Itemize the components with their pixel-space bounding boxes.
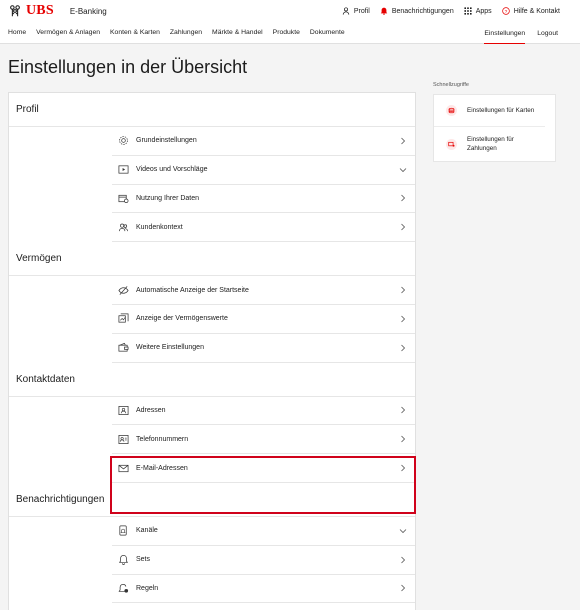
- bell-icon: [380, 7, 388, 15]
- nav-documents[interactable]: Dokumente: [310, 22, 345, 44]
- app-name: E-Banking: [69, 6, 107, 16]
- email-icon: [118, 463, 129, 474]
- data-usage-icon: [118, 193, 129, 204]
- nav-accounts-cards[interactable]: Konten & Karten: [110, 22, 160, 44]
- card-icon: [446, 105, 457, 116]
- row-label: Videos und Vorschläge: [136, 166, 208, 174]
- gear-icon: [118, 135, 129, 146]
- row-label: Kanäle: [136, 527, 158, 535]
- chevron-right-icon: [399, 464, 407, 472]
- nav-settings[interactable]: Einstellungen: [484, 22, 525, 44]
- row-auto-homepage-display[interactable]: Automatische Anzeige der Startseite: [112, 276, 415, 305]
- apps-link[interactable]: Apps: [464, 7, 492, 15]
- row-label: Kundenkontext: [136, 223, 183, 231]
- help-contact-link[interactable]: ? Hilfe & Kontakt: [501, 7, 560, 15]
- nav-payments[interactable]: Zahlungen: [170, 22, 202, 44]
- settings-card: Profil Grundeinstellungen Videos und Vor…: [8, 92, 416, 610]
- keys-logo-icon: [10, 5, 20, 17]
- apps-link-label: Apps: [475, 7, 492, 15]
- row-label: Grundeinstellungen: [136, 137, 197, 145]
- profile-link-label: Profil: [353, 7, 370, 15]
- help-icon: ?: [501, 7, 510, 15]
- row-channels[interactable]: Kanäle: [112, 517, 415, 546]
- row-email-addresses[interactable]: E-Mail-Adressen: [112, 454, 415, 483]
- row-further-settings[interactable]: Weitere Einstellungen: [112, 334, 415, 363]
- wallet-icon: [118, 342, 129, 353]
- main-nav: Home Vermögen & Anlagen Konten & Karten …: [0, 22, 580, 44]
- payment-icon: [446, 139, 457, 150]
- chevron-right-icon: [399, 137, 407, 145]
- address-icon: [118, 405, 129, 416]
- video-icon: [118, 164, 129, 175]
- row-data-usage[interactable]: Nutzung Ihrer Daten: [112, 185, 415, 214]
- channels-icon: [118, 525, 129, 536]
- chevron-right-icon: [399, 556, 407, 564]
- chevron-down-icon: [399, 527, 407, 535]
- chevron-right-icon: [399, 406, 407, 414]
- row-label: Automatische Anzeige der Startseite: [136, 286, 249, 294]
- person-icon: [342, 7, 350, 15]
- bell-rule-icon: [118, 583, 129, 594]
- nav-logout[interactable]: Logout: [537, 22, 558, 44]
- row-rules[interactable]: Regeln: [112, 575, 415, 604]
- chevron-right-icon: [399, 584, 407, 592]
- row-sets[interactable]: Sets: [112, 546, 415, 575]
- row-label: Weitere Einstellungen: [136, 344, 204, 352]
- assets-icon: [118, 313, 129, 324]
- chevron-right-icon: [399, 194, 407, 202]
- chevron-right-icon: [399, 344, 407, 352]
- help-contact-link-label: Hilfe & Kontakt: [513, 7, 560, 15]
- logo-text: UBS: [26, 3, 54, 18]
- chevron-down-icon: [399, 166, 407, 174]
- chevron-right-icon: [399, 286, 407, 294]
- section-title-wealth: Vermögen: [9, 242, 415, 277]
- nav-products[interactable]: Produkte: [273, 22, 300, 44]
- quick-card-settings[interactable]: Einstellungen für Karten: [434, 95, 545, 127]
- quick-access-label: Schnellzugriffe: [433, 82, 469, 88]
- notifications-link-label: Benachrichtigungen: [391, 7, 454, 15]
- row-label: Adressen: [136, 406, 166, 414]
- nav-wealth-investments[interactable]: Vermögen & Anlagen: [36, 22, 100, 44]
- section-title-profile: Profil: [9, 93, 415, 127]
- row-basic-settings[interactable]: Grundeinstellungen: [112, 127, 415, 156]
- row-label: Telefonnummern: [136, 435, 189, 443]
- row-label: Nutzung Ihrer Daten: [136, 194, 200, 202]
- chevron-right-icon: [399, 315, 407, 323]
- row-addresses[interactable]: Adressen: [112, 397, 415, 426]
- quick-item-label: Einstellungen für Zahlungen: [467, 136, 514, 152]
- bell-icon: [118, 554, 129, 565]
- profile-link[interactable]: Profil: [342, 7, 370, 15]
- row-asset-display[interactable]: Anzeige der Vermögenswerte: [112, 305, 415, 334]
- notifications-link[interactable]: Benachrichtigungen: [380, 7, 454, 15]
- row-videos-suggestions[interactable]: Videos und Vorschläge: [112, 156, 415, 185]
- chevron-right-icon: [399, 223, 407, 231]
- ubs-logo[interactable]: UBS: [8, 3, 54, 19]
- chevron-right-icon: [399, 435, 407, 443]
- nav-home[interactable]: Home: [8, 22, 26, 44]
- row-label: Anzeige der Vermögenswerte: [136, 315, 228, 323]
- quick-access-card: Einstellungen für Karten Einstellungen f…: [433, 94, 556, 162]
- section-title-notifications: Benachrichtigungen: [9, 483, 415, 517]
- row-phone-numbers[interactable]: Telefonnummern: [112, 425, 415, 455]
- eye-off-icon: [118, 285, 129, 296]
- quick-payment-settings[interactable]: Einstellungen für Zahlungen: [434, 127, 555, 162]
- row-label: Sets: [136, 556, 151, 564]
- row-label: E-Mail-Adressen: [136, 464, 188, 472]
- top-bar: UBS E-Banking Profil Benachrichtigungen …: [0, 0, 580, 22]
- row-label: Regeln: [136, 584, 159, 592]
- page-title: Einstellungen in der Übersicht: [8, 57, 248, 77]
- phone-card-icon: [118, 434, 129, 445]
- grid-icon: [464, 7, 472, 15]
- row-customer-context[interactable]: Kundenkontext: [112, 213, 415, 243]
- quick-item-label: Einstellungen für Karten: [467, 107, 535, 114]
- section-title-contact: Kontaktdaten: [9, 363, 415, 397]
- nav-markets-trading[interactable]: Märkte & Handel: [212, 22, 263, 44]
- svg-text:?: ?: [504, 9, 507, 15]
- people-icon: [118, 222, 129, 233]
